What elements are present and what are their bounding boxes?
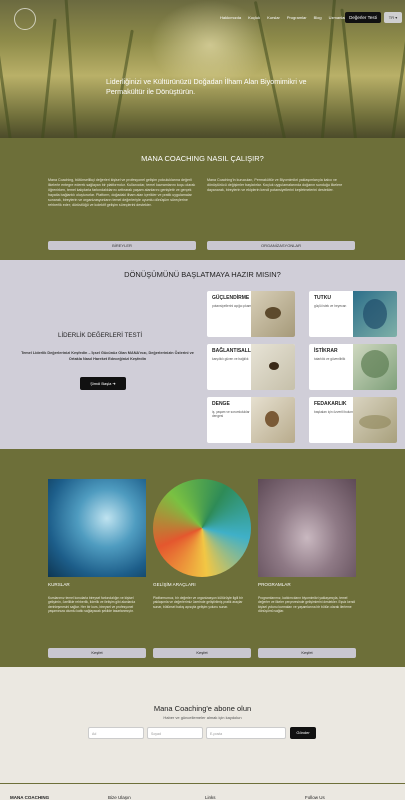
explore-button[interactable]: Keşfet [258,648,356,658]
transform-section: DÖNÜŞÜMÜNÜ BAŞLATMAYA HAZIR MISIN? LİDER… [0,260,405,449]
individuals-button[interactable]: BİREYLER [48,241,196,250]
bird-icon [265,307,281,319]
value-card-title: DENGE [212,401,230,407]
explore-button[interactable]: Keşfet [48,648,146,658]
program-title: PROGRAMLAR [258,582,291,587]
value-card[interactable]: GÜÇLENDİRME potansiyellerini açığa çıkar… [207,291,295,337]
leaf-image [258,479,356,577]
bird-image [251,291,295,337]
footer: MANA COACHING Bize Ulaşın Links Follow U… [0,783,405,800]
grass-icon [359,415,391,429]
program-desc: Kurslarımız temel konularla bireysel far… [48,596,136,614]
hero-title: Liderliğinizi ve Kültürünüzü Doğadan İlh… [106,77,307,96]
grass-image [353,397,397,443]
value-card-title: TUTKU [314,295,331,301]
value-card[interactable]: TUTKU güçlü istek ve heyecan [309,291,397,337]
squirrel-icon [265,411,279,427]
email-input[interactable]: E-posta [206,727,286,739]
grass-blade [340,8,358,138]
peacock-image [353,291,397,337]
subscribe-section: Mana Coaching'e abone olun Haber ve günc… [0,667,405,783]
nav-link[interactable]: Kurslar [267,15,280,20]
program-title: KURSLAR [48,582,70,587]
start-now-button[interactable]: Şimdi Başla ➜ [80,377,126,390]
grass-blade [320,0,338,138]
subscribe-desc: Haber ve güncellemeler almak için kaydol… [163,715,242,720]
organizations-button[interactable]: ORGANİZASYONLAR [207,241,355,250]
nav-link[interactable]: Blog [314,15,322,20]
value-card[interactable]: DENGE iş, yaşam ve sorumluluklar dengesi [207,397,295,443]
section-title: DÖNÜŞÜMÜNÜ BAŞLATMAYA HAZIR MISIN? [124,270,281,279]
feathers-image [153,479,251,577]
programs-section: KURSLAR GELİŞİM ARAÇLARI PROGRAMLAR Kurs… [0,449,405,667]
section-title: MANA COACHING NASIL ÇALIŞIR? [141,154,264,163]
value-card[interactable]: İSTİKRAR tutarlılık ve güvenilirlik [309,344,397,390]
leadership-test-desc: Temel Liderlik Değerlerinizi Keşfedin – … [21,351,194,361]
program-desc: Platformumuz, bir değerler ve organizasy… [153,596,243,609]
tree-image [353,344,397,390]
nav-link[interactable]: Programlar [287,15,307,20]
logo-icon[interactable] [14,8,36,30]
squirrel-image [251,397,295,443]
how-paragraph-right: Mana Coaching'in kurucuları, Permakültür… [207,178,343,192]
ant-image [251,344,295,390]
last-name-input[interactable]: Soyad [147,727,203,739]
peacock-icon [363,299,387,329]
value-card[interactable]: FEDAKARLIK başkaları için özverili bulun… [309,397,397,443]
grass-blade [0,0,13,138]
wave-image [48,479,146,577]
how-paragraph-left: Mana Coaching, bütünsellikçi değerleri k… [48,178,196,207]
values-test-button[interactable]: Değerler Testi [345,12,381,23]
value-card-title: GÜÇLENDİRME [212,295,250,301]
program-desc: Programlarımız, katılımcıların biyomimik… [258,596,356,614]
footer-brand: MANA COACHING [10,795,50,800]
value-card-title: İSTİKRAR [314,348,338,354]
nav-link[interactable]: Uzmanlar [329,15,346,20]
hero-section: Hakkımızda Koçluk Kurslar Programlar Blo… [0,0,405,138]
subscribe-title: Mana Coaching'e abone olun [153,704,252,713]
grass-blade [40,18,57,138]
nav-link[interactable]: Hakkımızda [220,15,241,20]
explore-button[interactable]: Keşfet [153,648,251,658]
grass-blade [63,0,78,138]
language-select[interactable]: TR ▾ [384,12,402,23]
ant-icon [269,362,279,370]
value-card-title: BAĞLANTISALLIK [212,348,256,354]
nav-link[interactable]: Koçluk [248,15,260,20]
value-card-title: FEDAKARLIK [314,401,347,407]
footer-contact: Bize Ulaşın [108,795,131,800]
how-it-works-section: MANA COACHING NASIL ÇALIŞIR? Mana Coachi… [0,138,405,260]
first-name-input[interactable]: Ad [88,727,144,739]
tree-icon [361,350,389,378]
value-card[interactable]: BAĞLANTISALLIK karşılıklı güven ve bağlı… [207,344,295,390]
footer-follow: Follow Us [305,795,325,800]
program-title: GELİŞİM ARAÇLARI [153,582,196,587]
leadership-test-title: LİDERLİK DEĞERLERİ TESTİ [58,332,143,339]
footer-links: Links [205,795,216,800]
send-button[interactable]: Gönder [290,727,316,739]
main-nav: Hakkımızda Koçluk Kurslar Programlar Blo… [220,15,346,20]
